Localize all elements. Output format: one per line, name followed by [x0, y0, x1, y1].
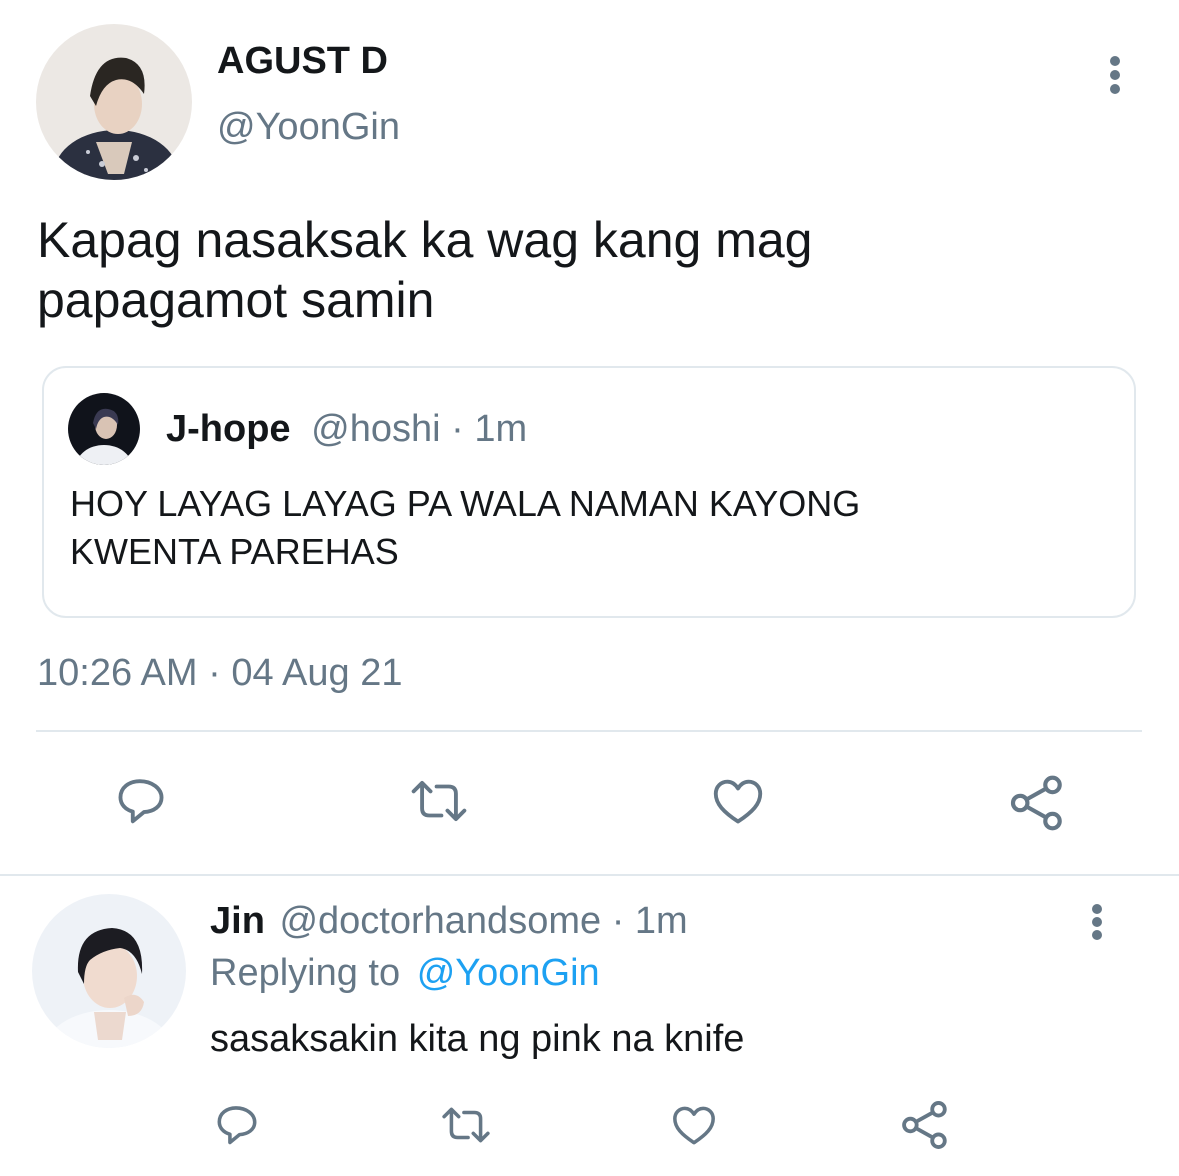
replying-to-label: Replying to — [210, 952, 401, 994]
quote-author-name[interactable]: J-hope — [166, 408, 291, 450]
tweet-text: Kapag nasaksak ka wag kang mag papagamot… — [37, 210, 813, 330]
reply-text: sasaksakin kita ng pink na knife — [210, 1018, 745, 1060]
reply-author-handle[interactable]: @doctorhandsome — [279, 900, 601, 942]
like-icon[interactable] — [668, 1100, 720, 1150]
quote-author-handle[interactable]: @hoshi — [311, 408, 440, 450]
retweet-icon[interactable] — [406, 772, 472, 830]
reply-icon[interactable] — [212, 1100, 262, 1150]
like-icon[interactable] — [708, 772, 768, 830]
replying-to: Replying to @YoonGin — [210, 950, 600, 996]
tweet-text-line: Kapag nasaksak ka wag kang mag — [37, 212, 813, 268]
reply-author-name[interactable]: Jin — [210, 900, 265, 942]
quote-text: HOY LAYAG LAYAG PA WALA NAMAN KAYONG KWE… — [70, 480, 860, 576]
divider — [0, 874, 1179, 876]
author-handle[interactable]: @YoonGin — [217, 104, 400, 150]
author-avatar[interactable] — [36, 24, 192, 180]
more-options-icon[interactable] — [1108, 56, 1122, 94]
divider — [36, 730, 1142, 732]
quote-text-line: HOY LAYAG LAYAG PA WALA NAMAN KAYONG — [70, 483, 861, 524]
tweet-text-line: papagamot samin — [37, 272, 435, 328]
quote-text-line: KWENTA PAREHAS — [70, 531, 399, 572]
share-icon[interactable] — [1006, 772, 1068, 834]
reply-icon[interactable] — [112, 772, 170, 830]
reply-author-avatar[interactable] — [32, 894, 186, 1048]
reply-header: Jin @doctorhandsome · 1m — [210, 898, 688, 944]
tweet-timestamp[interactable]: 10:26 AM · 04 Aug 21 — [37, 650, 403, 696]
reply-time: · 1m — [611, 900, 688, 942]
reply-more-options-icon[interactable] — [1090, 904, 1104, 940]
quote-header: J-hope @hoshi · 1m — [166, 406, 527, 452]
retweet-icon[interactable] — [438, 1100, 494, 1150]
replying-to-handle[interactable]: @YoonGin — [417, 952, 600, 994]
author-name[interactable]: AGUST D — [217, 38, 388, 84]
share-icon[interactable] — [898, 1098, 952, 1152]
quote-author-avatar[interactable] — [68, 393, 140, 465]
quote-time: · 1m — [451, 408, 528, 450]
